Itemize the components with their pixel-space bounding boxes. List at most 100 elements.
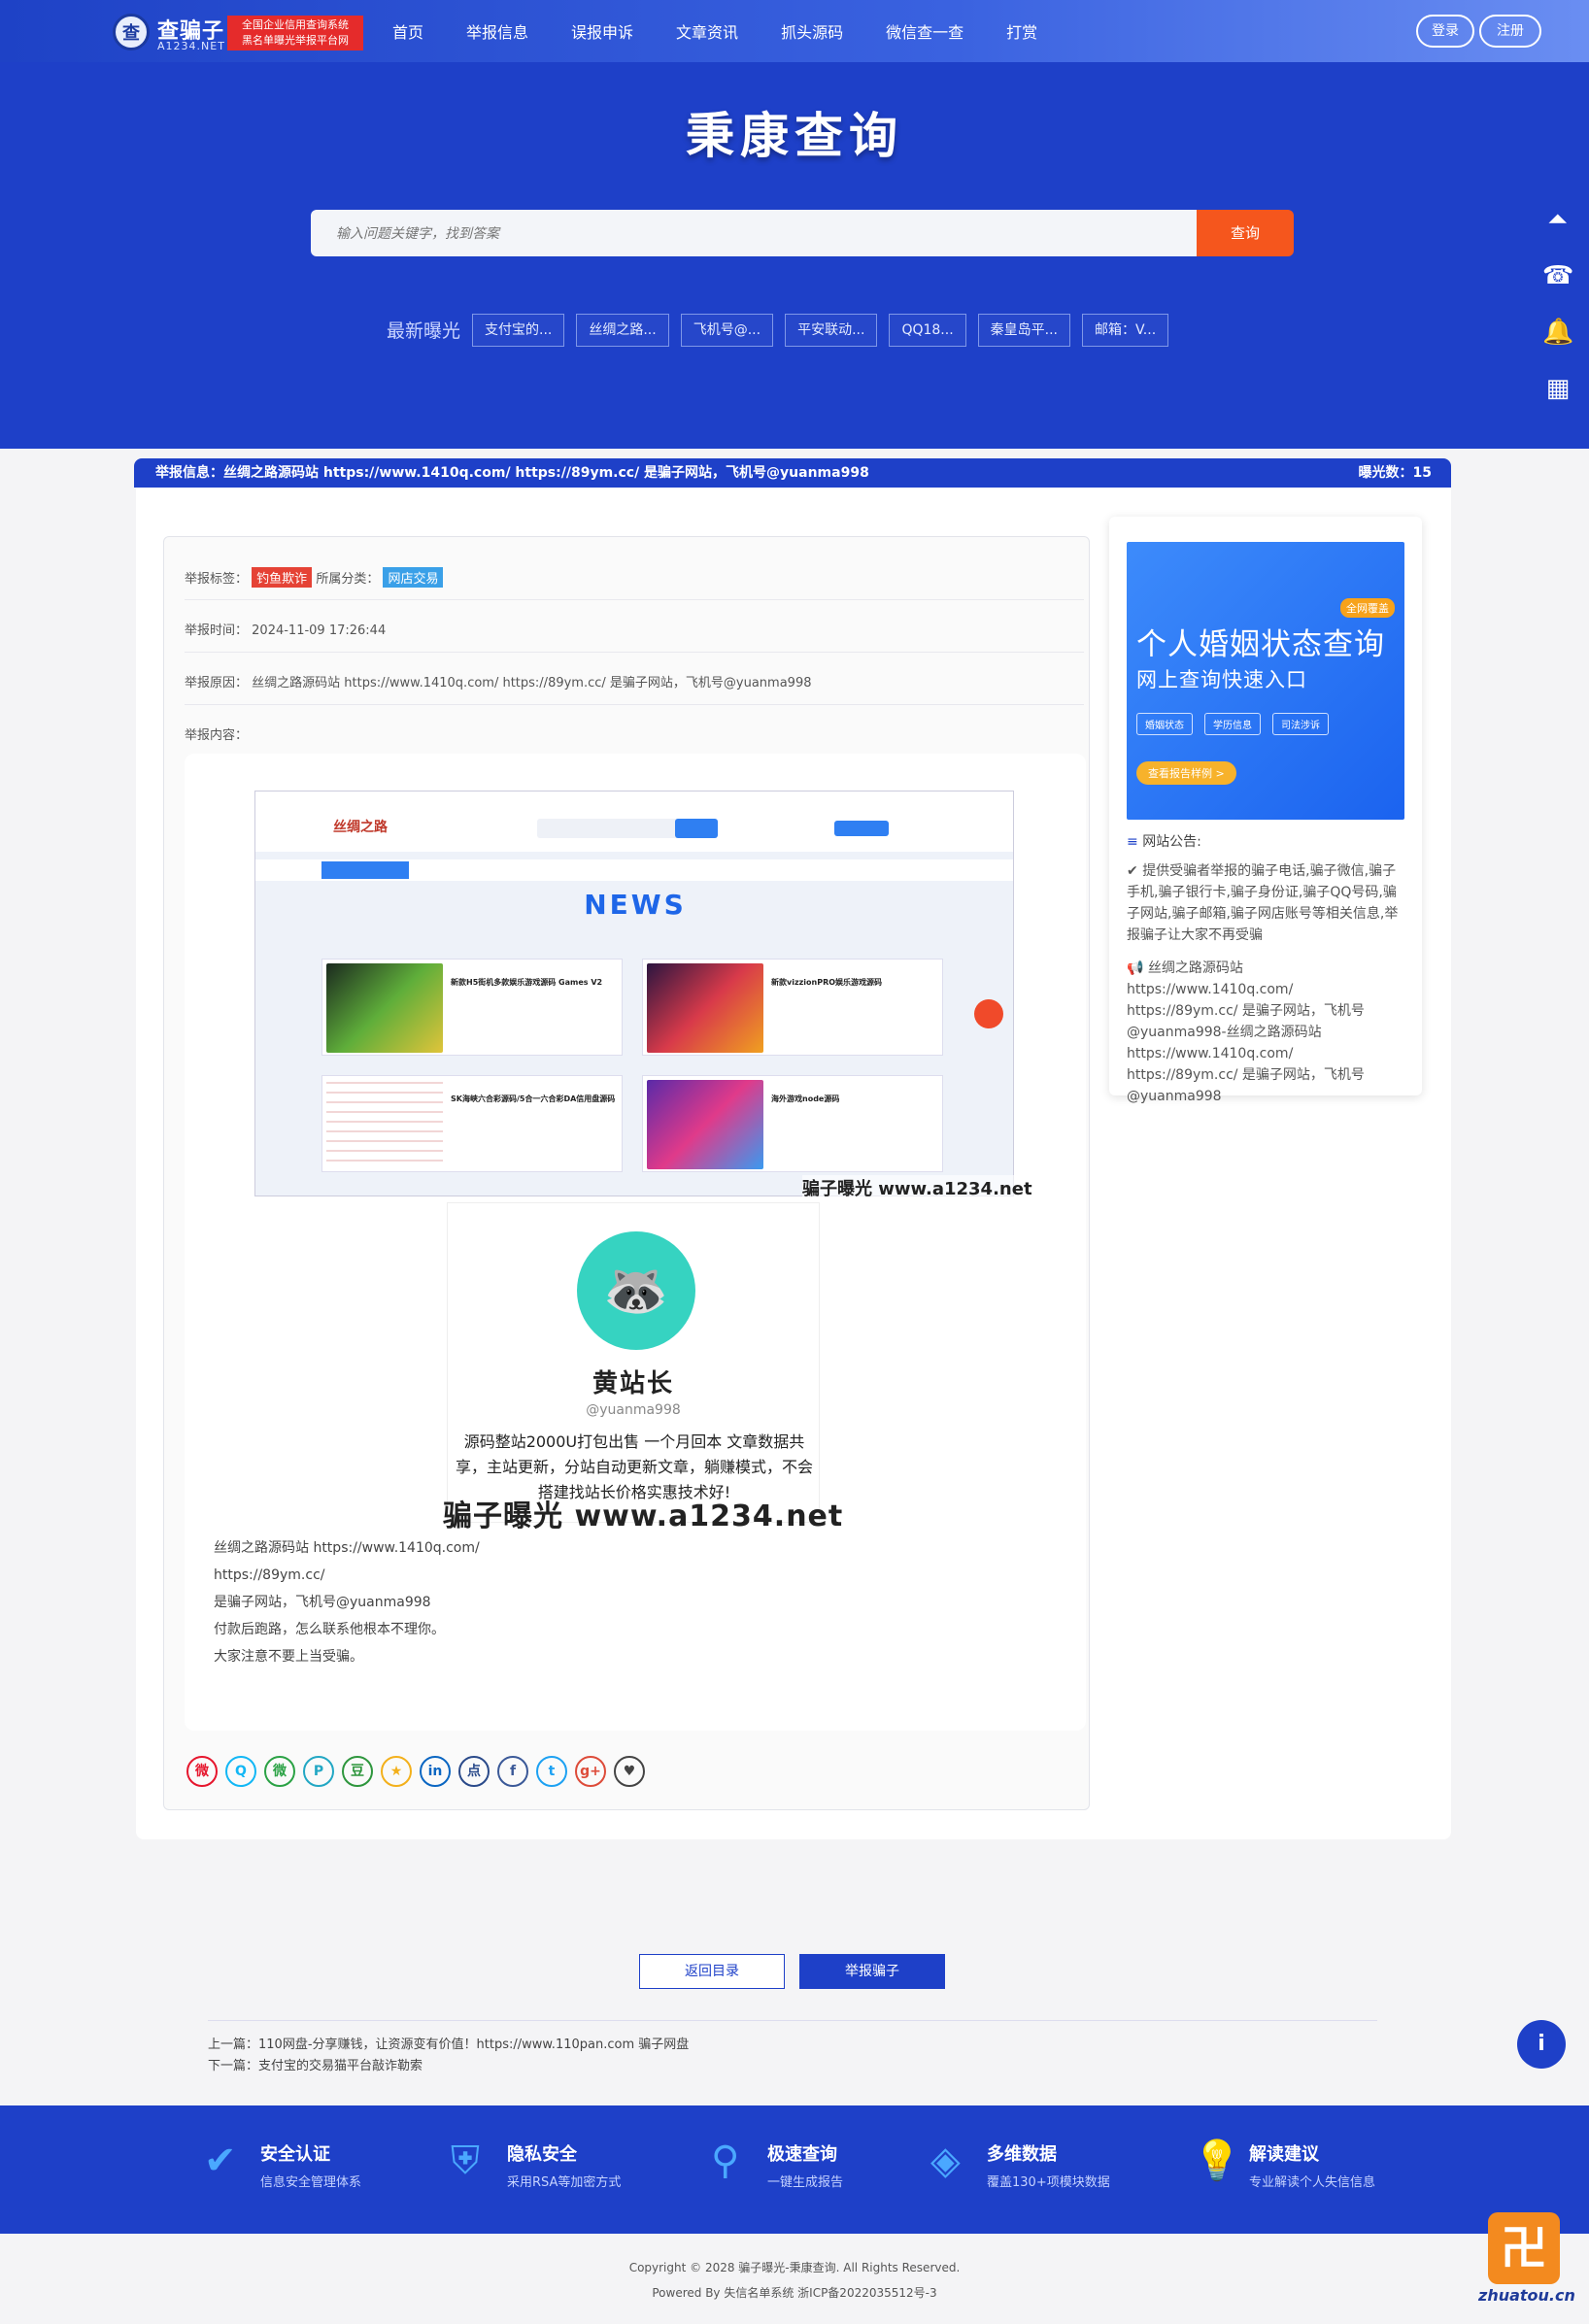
screenshot-nav-active — [321, 861, 409, 879]
powered-by-text: Powered By 失信名单系统 浙ICP备2022035512号-3 — [652, 2286, 937, 2300]
favorite-icon[interactable]: ♥ — [614, 1756, 645, 1787]
nav-item-reports[interactable]: 举报信息 — [466, 19, 528, 43]
site-badge-line2: 黑名单曝光举报平台网 — [242, 34, 349, 47]
nav-item-appeal[interactable]: 误报申诉 — [571, 19, 633, 43]
wechat-icon[interactable]: 微 — [264, 1756, 295, 1787]
avatar: 🦝 — [577, 1231, 695, 1350]
douban-icon[interactable]: 豆 — [342, 1756, 373, 1787]
screenshot-card-title: 新款H5街机多款娱乐游戏源码 Games V2 — [451, 978, 603, 987]
screenshot-login — [834, 821, 889, 836]
search-icon: ⚲ — [711, 2139, 740, 2183]
feature-title: 隐私安全 — [507, 2144, 577, 2165]
screenshot-news-title: NEWS — [584, 889, 687, 921]
check-circle-icon: ✔ — [1127, 863, 1143, 879]
latest-exposure-label: 最新曝光 — [387, 320, 461, 342]
feature-title: 安全认证 — [260, 2144, 330, 2165]
body-line: 付款后跑路，怎么联系他根本不理你。 — [214, 1622, 445, 1637]
menu-icon: ≡ — [1127, 834, 1143, 850]
googleplus-icon[interactable]: g+ — [575, 1756, 606, 1787]
shield-icon: ⛨ — [451, 2139, 480, 2183]
copyright-text: Copyright © 2028 骗子曝光-秉康查询. All Rights R… — [628, 2261, 961, 2274]
screenshot-header: 丝绸之路 — [255, 792, 1013, 852]
search-input[interactable] — [311, 210, 1197, 256]
time-label: 举报时间： — [185, 623, 249, 638]
body-line: 大家注意不要上当受骗。 — [214, 1649, 363, 1665]
screenshot-card-image — [647, 1080, 763, 1169]
top-navigation-bar: 查 查骗子 A1234.NET 全国企业信用查询系统 黑名单曝光举报平台网 首页… — [0, 0, 1589, 62]
screenshot-card-title: 新款vizzionPRO娱乐游戏源码 — [771, 978, 883, 987]
qrcode-icon[interactable]: ▦ — [1542, 373, 1573, 404]
qq-icon[interactable]: 🔔 — [1542, 317, 1573, 348]
nav-item-articles[interactable]: 文章资讯 — [676, 19, 738, 43]
ad-chip: 学历信息 — [1204, 713, 1261, 735]
twitter-icon[interactable]: t — [536, 1756, 567, 1787]
share-buttons: 微 Q 微 P 豆 ★ in 点 f t g+ ♥ — [186, 1756, 653, 1787]
notice-item[interactable]: 📢 丝绸之路源码站 https://www.1410q.com/ https:/… — [1127, 958, 1406, 1107]
login-button[interactable]: 登录 — [1416, 15, 1474, 48]
feature-subtitle: 覆盖130+项模块数据 — [987, 2175, 1110, 2190]
report-time-row: 举报时间： 2024-11-09 17:26:44 — [185, 620, 386, 638]
screenshot-card: 新款H5街机多款娱乐游戏源码 Games V2 — [321, 959, 623, 1056]
tag-value-badge[interactable]: 钓鱼欺诈 — [252, 567, 313, 588]
exposure-tag[interactable]: 秦皇岛平... — [977, 314, 1071, 347]
phone-icon[interactable]: ☎ — [1542, 260, 1573, 291]
megaphone-icon: 📢 — [1127, 960, 1148, 976]
prev-article-link[interactable]: 上一篇：110网盘-分享赚钱，让资源变有价值！https://www.110pa… — [208, 2034, 689, 2052]
reason-value: 丝绸之路源码站 https://www.1410q.com/ https://8… — [252, 676, 812, 690]
exposure-tag[interactable]: QQ18... — [889, 314, 966, 347]
screenshot-brand: 丝绸之路 — [333, 820, 388, 835]
nav-item-source[interactable]: 抓头源码 — [781, 19, 843, 43]
ad-title: 个人婚姻状态查询 — [1136, 627, 1385, 662]
lightbulb-icon: 💡 — [1193, 2139, 1241, 2183]
qzone-icon[interactable]: ★ — [381, 1756, 412, 1787]
ad-subtitle: 网上查询快速入口 — [1136, 668, 1307, 691]
screenshot-search-button — [675, 819, 718, 838]
ad-banner[interactable]: 全网覆盖 个人婚姻状态查询 网上查询快速入口 婚姻状态 学历信息 司法涉诉 查看… — [1127, 542, 1404, 820]
report-reason-row: 举报原因： 丝绸之路源码站 https://www.1410q.com/ htt… — [185, 672, 812, 690]
info-icon[interactable]: i — [1517, 2020, 1566, 2069]
nav-item-wechat[interactable]: 微信查一查 — [886, 19, 964, 43]
feature-subtitle: 信息安全管理体系 — [260, 2175, 362, 2190]
report-tags-row: 举报标签： 钓鱼欺诈 所属分类： 网店交易 — [185, 567, 444, 588]
nav-item-donate[interactable]: 打赏 — [1006, 19, 1037, 43]
content-label: 举报内容： — [185, 728, 249, 743]
corner-logo-icon[interactable]: 卍 — [1488, 2212, 1560, 2284]
dianping-icon[interactable]: 点 — [458, 1756, 490, 1787]
next-article-link[interactable]: 下一篇：支付宝的交易猫平台敲诈勒索 — [208, 2055, 423, 2073]
site-badge-line1: 全国企业信用查询系统 — [242, 18, 349, 31]
category-value-badge[interactable]: 网店交易 — [383, 567, 444, 588]
layers-icon: ◈ — [930, 2139, 961, 2183]
facebook-icon[interactable]: f — [497, 1756, 528, 1787]
category-label: 所属分类： — [316, 572, 380, 587]
nav-item-home[interactable]: 首页 — [392, 19, 423, 43]
ad-cta-button[interactable]: 查看报告样例 > — [1136, 761, 1236, 785]
divider — [185, 652, 1084, 653]
exposure-tag[interactable]: 丝绸之路... — [576, 314, 669, 347]
hero-title: 秉康查询 — [686, 108, 903, 164]
exposure-tag[interactable]: 平安联动... — [785, 314, 878, 347]
profile-name: 黄站长 — [592, 1369, 674, 1398]
corner-logo-text: zhuatou.cn — [1478, 2286, 1575, 2305]
pinterest-icon[interactable]: P — [303, 1756, 334, 1787]
back-to-list-button[interactable]: 返回目录 — [639, 1954, 785, 1989]
site-logo-icon[interactable]: 查 — [113, 14, 150, 51]
divider — [185, 704, 1084, 705]
exposure-tag[interactable]: 邮箱：V... — [1082, 314, 1169, 347]
linkedin-icon[interactable]: in — [420, 1756, 451, 1787]
register-button[interactable]: 注册 — [1479, 15, 1541, 48]
notice-item: ✔ 提供受骗者举报的骗子电话,骗子微信,骗子手机,骗子银行卡,骗子身份证,骗子Q… — [1127, 863, 1399, 943]
exposure-tag[interactable]: 飞机号@... — [680, 314, 774, 347]
exposure-tag[interactable]: 支付宝的... — [472, 314, 565, 347]
qq-icon[interactable]: Q — [225, 1756, 256, 1787]
time-value: 2024-11-09 17:26:44 — [252, 623, 387, 638]
search-button[interactable]: 查询 — [1197, 210, 1294, 256]
profile-watermark: 骗子曝光 www.a1234.net — [443, 1499, 844, 1533]
evidence-screenshot[interactable]: 丝绸之路 NEWS 新款H5街机多款娱乐游戏源码 Games V2 新款vizz… — [254, 791, 1014, 1196]
weibo-icon[interactable]: 微 — [186, 1756, 218, 1787]
screenshot-card-image — [326, 1080, 443, 1169]
screenshot-card-title: SK海峡六合彩源码/5合一六合彩DA信用盘源码 — [451, 1095, 616, 1103]
reason-label: 举报原因： — [185, 676, 249, 690]
ad-chips: 婚姻状态 学历信息 司法涉诉 — [1136, 713, 1340, 735]
report-scammer-button[interactable]: 举报骗子 — [799, 1954, 945, 1989]
back-to-top-icon[interactable]: ⏶ — [1542, 204, 1573, 235]
